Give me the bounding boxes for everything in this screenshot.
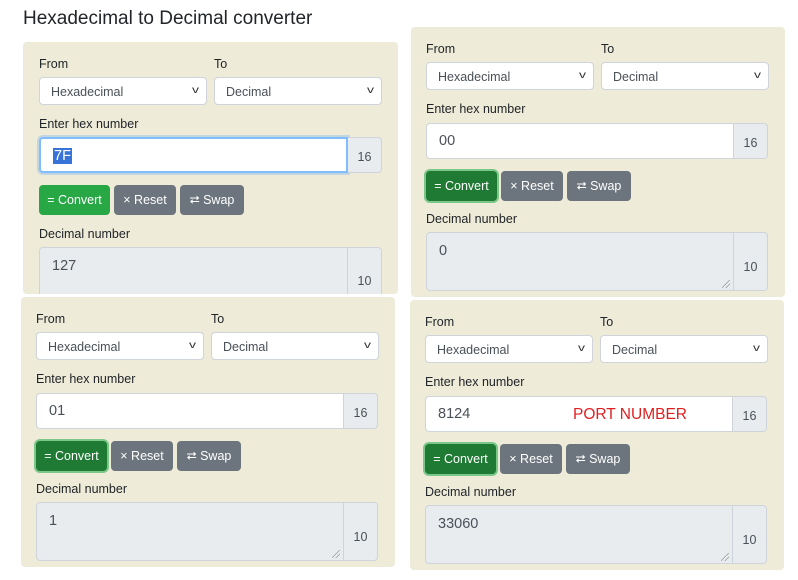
hex-input-value: 00 bbox=[439, 133, 456, 149]
chevron-down-icon: v bbox=[192, 85, 199, 96]
from-select[interactable]: Hexadecimal v bbox=[36, 332, 204, 360]
enter-hex-label: Enter hex number bbox=[36, 372, 136, 386]
hex-input[interactable]: 7F bbox=[39, 137, 348, 173]
decimal-output: 0 bbox=[426, 232, 734, 291]
to-select[interactable]: Decimal v bbox=[601, 62, 769, 90]
to-label: To bbox=[601, 42, 615, 56]
from-select-value: Hexadecimal bbox=[48, 340, 121, 354]
reset-button[interactable]: × Reset bbox=[500, 444, 562, 474]
hex-input[interactable]: 01 bbox=[36, 393, 344, 429]
from-base-suffix: 16 bbox=[733, 396, 767, 432]
converter-panel-2: From To Hexadecimal v Decimal v Enter he… bbox=[411, 27, 785, 297]
reset-button[interactable]: × Reset bbox=[501, 171, 563, 201]
from-base-suffix: 16 bbox=[344, 393, 378, 429]
to-label: To bbox=[211, 312, 225, 326]
decimal-output: 33060 bbox=[425, 505, 733, 564]
from-select[interactable]: Hexadecimal v bbox=[39, 77, 207, 105]
to-label: To bbox=[214, 57, 228, 71]
decimal-number-label: Decimal number bbox=[426, 212, 518, 226]
from-select[interactable]: Hexadecimal v bbox=[426, 62, 594, 90]
hex-input-value: 01 bbox=[49, 403, 66, 419]
converter-panel-3: From To Hexadecimal v Decimal v Enter he… bbox=[21, 297, 395, 567]
convert-button[interactable]: = Convert bbox=[36, 441, 107, 471]
to-select-value: Decimal bbox=[226, 85, 272, 99]
convert-button[interactable]: = Convert bbox=[425, 444, 496, 474]
swap-button[interactable]: ⮂ Swap bbox=[566, 444, 630, 474]
enter-hex-label: Enter hex number bbox=[425, 375, 525, 389]
to-base-suffix: 10 bbox=[348, 247, 382, 294]
converter-panel-4: From To Hexadecimal v Decimal v Enter he… bbox=[410, 300, 784, 570]
hex-input-value: 8124 bbox=[438, 406, 471, 422]
enter-hex-label: Enter hex number bbox=[39, 117, 139, 131]
decimal-output-value: 127 bbox=[52, 258, 77, 274]
enter-hex-label: Enter hex number bbox=[426, 102, 526, 116]
decimal-output: 1 bbox=[36, 502, 344, 561]
from-label: From bbox=[426, 42, 456, 56]
decimal-output: 127 bbox=[39, 247, 348, 294]
decimal-output-value: 0 bbox=[439, 243, 448, 259]
from-label: From bbox=[36, 312, 66, 326]
chevron-down-icon: v bbox=[578, 343, 585, 354]
port-number-annotation: PORT NUMBER bbox=[573, 406, 687, 423]
decimal-output-value: 1 bbox=[49, 513, 58, 529]
decimal-number-label: Decimal number bbox=[36, 482, 128, 496]
from-base-suffix: 16 bbox=[348, 137, 382, 173]
chevron-down-icon: v bbox=[364, 340, 371, 351]
from-select-value: Hexadecimal bbox=[438, 70, 511, 84]
resize-grip-icon[interactable] bbox=[332, 550, 340, 558]
decimal-number-label: Decimal number bbox=[425, 485, 517, 499]
resize-grip-icon[interactable] bbox=[722, 280, 730, 288]
swap-button[interactable]: ⮂ Swap bbox=[567, 171, 631, 201]
chevron-down-icon: v bbox=[754, 70, 761, 81]
from-base-suffix: 16 bbox=[734, 123, 768, 159]
to-base-suffix: 10 bbox=[344, 502, 378, 561]
hex-input-value: 7F bbox=[53, 148, 72, 164]
converter-panel-1: From To Hexadecimal v Decimal v Enter he… bbox=[23, 42, 398, 294]
from-select[interactable]: Hexadecimal v bbox=[425, 335, 593, 363]
resize-grip-icon[interactable] bbox=[721, 553, 729, 561]
convert-button[interactable]: = Convert bbox=[39, 185, 110, 215]
to-select-value: Decimal bbox=[223, 340, 269, 354]
decimal-number-label: Decimal number bbox=[39, 227, 131, 241]
to-select[interactable]: Decimal v bbox=[211, 332, 379, 360]
chevron-down-icon: v bbox=[367, 85, 374, 96]
to-select-value: Decimal bbox=[612, 343, 658, 357]
page-title: Hexadecimal to Decimal converter bbox=[23, 8, 313, 29]
to-base-suffix: 10 bbox=[733, 505, 767, 564]
to-select[interactable]: Decimal v bbox=[214, 77, 382, 105]
to-select-value: Decimal bbox=[613, 70, 659, 84]
chevron-down-icon: v bbox=[753, 343, 760, 354]
reset-button[interactable]: × Reset bbox=[111, 441, 173, 471]
decimal-output-value: 33060 bbox=[438, 516, 479, 532]
hex-input[interactable]: 00 bbox=[426, 123, 734, 159]
swap-button[interactable]: ⮂ Swap bbox=[180, 185, 244, 215]
to-base-suffix: 10 bbox=[734, 232, 768, 291]
from-select-value: Hexadecimal bbox=[437, 343, 510, 357]
to-select[interactable]: Decimal v bbox=[600, 335, 768, 363]
to-label: To bbox=[600, 315, 614, 329]
swap-button[interactable]: ⮂ Swap bbox=[177, 441, 241, 471]
chevron-down-icon: v bbox=[579, 70, 586, 81]
from-select-value: Hexadecimal bbox=[51, 85, 124, 99]
from-label: From bbox=[39, 57, 69, 71]
chevron-down-icon: v bbox=[189, 340, 196, 351]
reset-button[interactable]: × Reset bbox=[114, 185, 176, 215]
convert-button[interactable]: = Convert bbox=[426, 171, 497, 201]
from-label: From bbox=[425, 315, 455, 329]
